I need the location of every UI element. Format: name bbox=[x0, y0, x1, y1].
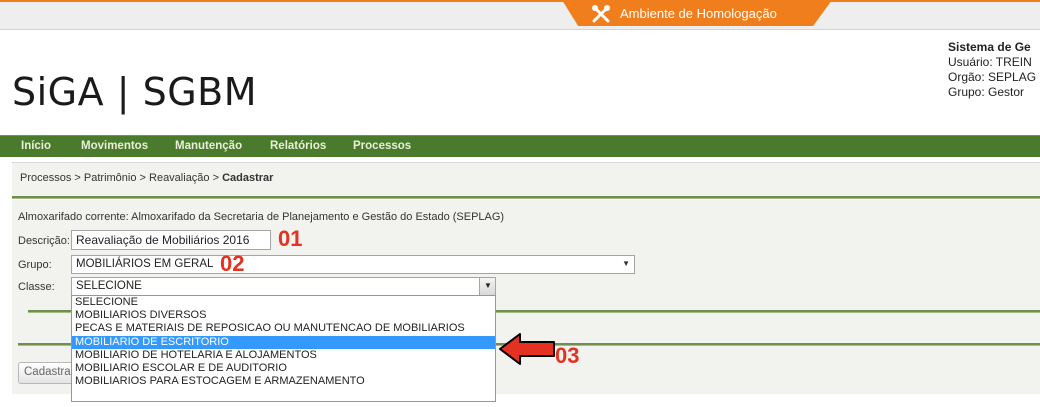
classe-dropdown-list: SELECIONE MOBILIARIOS DIVERSOS PECAS E M… bbox=[71, 295, 496, 402]
user-org: Orgão: SEPLAG bbox=[948, 70, 1037, 84]
descricao-label: Descrição: bbox=[18, 235, 70, 247]
classe-option[interactable]: MOBILIARIO ESCOLAR E DE AUDITORIO bbox=[72, 362, 495, 375]
classe-option[interactable]: MOBILIARIOS PARA ESTOCAGEM E ARMAZENAMEN… bbox=[72, 375, 495, 388]
breadcrumb: Processos > Patrimônio > Reavaliação > C… bbox=[12, 162, 1040, 196]
breadcrumb-path: Processos > Patrimônio > Reavaliação > bbox=[20, 172, 220, 184]
almoxarifado-text: Almoxarifado corrente: Almoxarifado da S… bbox=[18, 211, 505, 223]
cadastrar-button[interactable]: Cadastrar bbox=[18, 362, 74, 384]
section-divider bbox=[12, 196, 1040, 199]
tools-icon bbox=[592, 5, 610, 23]
annotation-02: 02 bbox=[220, 251, 245, 276]
grupo-select-value: MOBILIÁRIOS EM GERAL bbox=[76, 258, 214, 270]
breadcrumb-current: Cadastrar bbox=[222, 172, 274, 184]
app-logo: SiGA | SGBM bbox=[12, 70, 258, 114]
nav-item-relatorios[interactable]: Relatórios bbox=[270, 140, 326, 152]
classe-option[interactable]: SELECIONE bbox=[72, 296, 495, 309]
classe-option[interactable]: PECAS E MATERIAIS DE REPOSICAO OU MANUTE… bbox=[72, 322, 495, 335]
descricao-input[interactable] bbox=[71, 230, 271, 250]
user-group: Grupo: Gestor bbox=[948, 85, 1025, 99]
grupo-label: Grupo: bbox=[18, 259, 52, 271]
environment-strip: Ambiente de Homologação bbox=[0, 0, 1040, 30]
grupo-select[interactable]: MOBILIÁRIOS EM GERAL ▼ bbox=[71, 255, 635, 274]
user-info-panel: Sistema de Ge Usuário: TREIN Orgão: SEPL… bbox=[948, 40, 1040, 100]
environment-label: Ambiente de Homologação bbox=[620, 6, 777, 21]
page-root: Ambiente de Homologação SiGA | SGBM Sist… bbox=[0, 0, 1040, 407]
annotation-01: 01 bbox=[278, 226, 303, 251]
nav-item-inicio[interactable]: Início bbox=[21, 140, 51, 152]
annotation-03: 03 bbox=[555, 343, 580, 368]
classe-select-value: SELECIONE bbox=[76, 280, 142, 292]
chevron-down-icon: ▼ bbox=[622, 259, 630, 268]
classe-label: Classe: bbox=[18, 281, 55, 293]
nav-item-manutencao[interactable]: Manutenção bbox=[175, 140, 242, 152]
main-nav: Início Movimentos Manutenção Relatórios … bbox=[0, 135, 1040, 157]
nav-item-movimentos[interactable]: Movimentos bbox=[81, 140, 148, 152]
annotation-arrow-icon bbox=[499, 333, 555, 365]
chevron-down-icon: ▼ bbox=[484, 281, 492, 290]
system-title: Sistema de Ge bbox=[948, 40, 1031, 54]
classe-option[interactable]: MOBILIARIOS DIVERSOS bbox=[72, 309, 495, 322]
classe-option-highlighted[interactable]: MOBILIARIO DE ESCRITORIO bbox=[72, 335, 495, 349]
classe-dropdown-button[interactable]: ▼ bbox=[479, 278, 495, 295]
nav-item-processos[interactable]: Processos bbox=[353, 140, 411, 152]
environment-accent-line bbox=[0, 0, 1040, 2]
classe-select[interactable]: SELECIONE ▼ bbox=[71, 277, 496, 296]
classe-option[interactable]: MOBILIARIO DE HOTELARIA E ALOJAMENTOS bbox=[72, 349, 495, 362]
user-name: Usuário: TREIN bbox=[948, 55, 1032, 69]
